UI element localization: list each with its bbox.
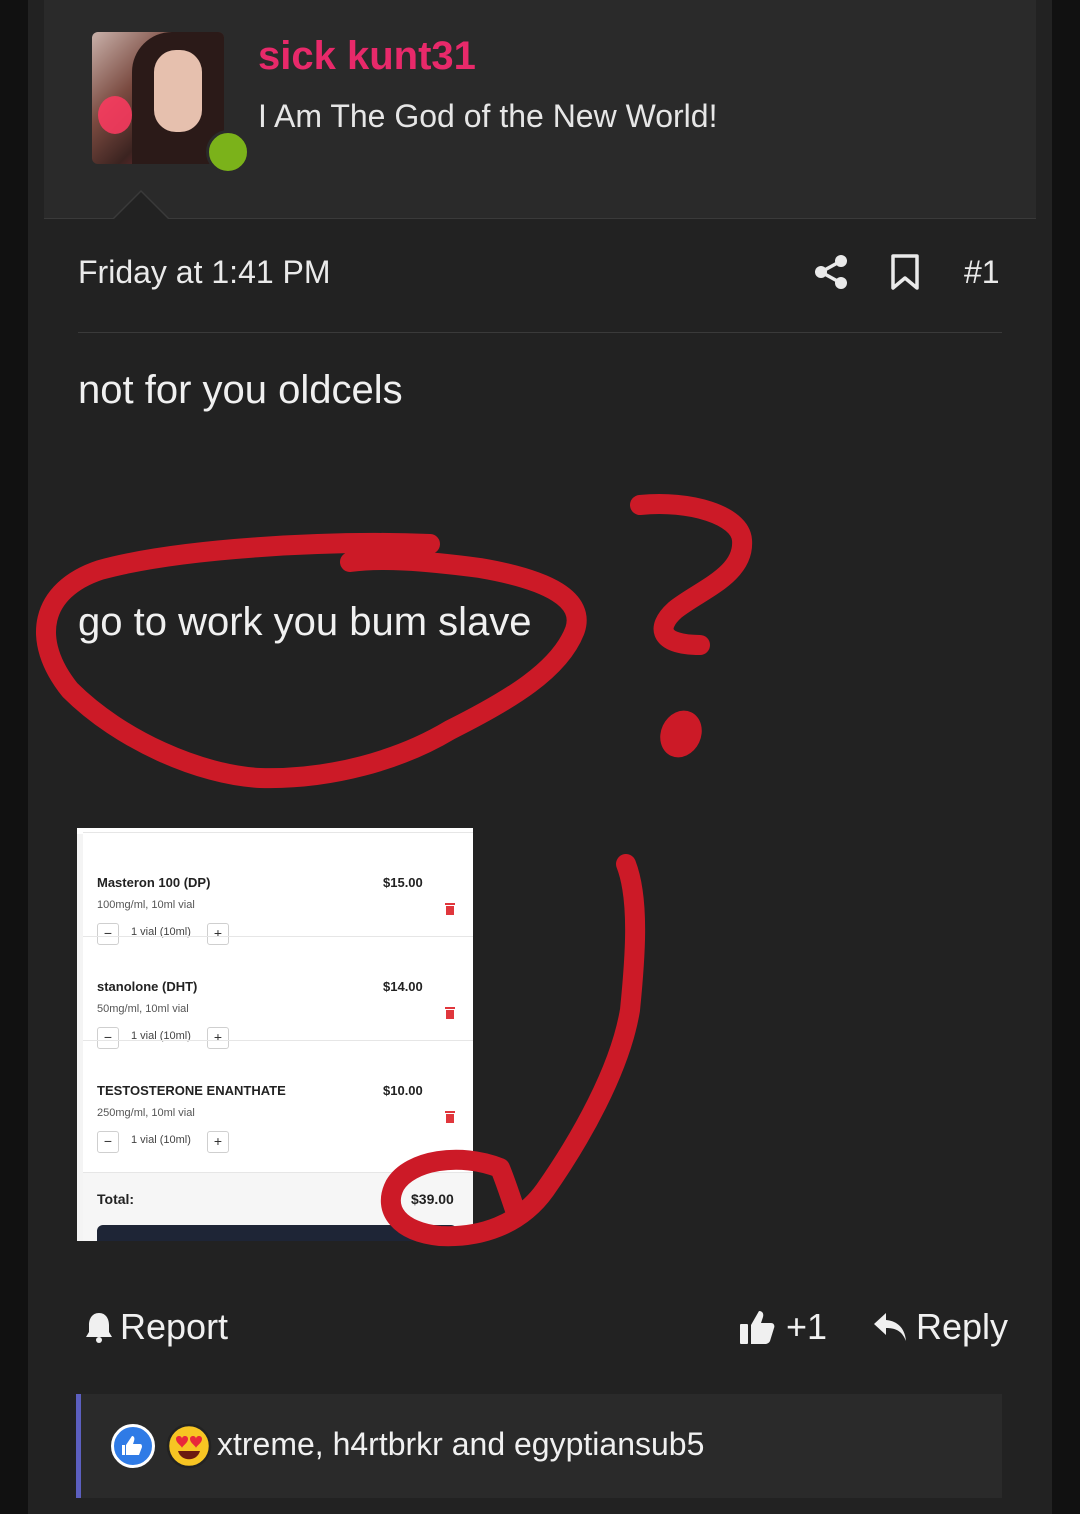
post-meta: Friday at 1:41 PM #1 bbox=[78, 240, 1002, 333]
cart-item-price: $14.00 bbox=[383, 979, 423, 994]
reply-label: Reply bbox=[916, 1306, 1009, 1347]
decrease-button[interactable]: − bbox=[97, 1131, 119, 1153]
cart-item: Masteron 100 (DP) $15.00 100mg/ml, 10ml … bbox=[83, 832, 473, 945]
cart-item-name: TESTOSTERONE ENANTHATE bbox=[97, 1083, 286, 1098]
share-icon[interactable] bbox=[814, 254, 848, 290]
cart-item-desc: 250mg/ml, 10ml vial bbox=[97, 1107, 195, 1119]
cart-item-price: $10.00 bbox=[383, 1083, 423, 1098]
online-status-icon bbox=[206, 130, 250, 174]
user-title: I Am The God of the New World! bbox=[258, 98, 718, 134]
thumbs-up-icon bbox=[740, 1311, 775, 1344]
total-value: $39.00 bbox=[411, 1191, 454, 1207]
trash-icon[interactable] bbox=[445, 1007, 455, 1019]
reaction-user-list[interactable]: xtreme, h4rtbrkr and egyptiansub5 bbox=[217, 1426, 704, 1463]
post-number[interactable]: #1 bbox=[964, 254, 1000, 291]
total-label: Total: bbox=[97, 1191, 135, 1207]
avatar[interactable] bbox=[92, 32, 224, 164]
report-button[interactable]: Report bbox=[84, 1306, 228, 1348]
post-text-line: go to work you bum slave bbox=[78, 600, 532, 644]
quantity-value: 1 vial (10ml) bbox=[131, 1134, 191, 1146]
trash-icon[interactable] bbox=[445, 1111, 455, 1123]
increase-button[interactable]: + bbox=[207, 1131, 229, 1153]
cart-total-row: Total: $39.00 bbox=[83, 1172, 473, 1241]
post-actions: Report +1 Reply bbox=[78, 1300, 1008, 1360]
attached-cart-screenshot[interactable]: Masteron 100 (DP) $15.00 100mg/ml, 10ml … bbox=[77, 828, 473, 1241]
reply-icon bbox=[874, 1313, 906, 1341]
report-label: Report bbox=[120, 1306, 229, 1347]
cart-item: stanolone (DHT) $14.00 50mg/ml, 10ml via… bbox=[83, 936, 473, 1049]
reply-button[interactable]: Reply bbox=[872, 1306, 1008, 1348]
post-date[interactable]: Friday at 1:41 PM bbox=[78, 254, 331, 291]
user-header: sick kunt31 I Am The God of the New Worl… bbox=[44, 0, 1036, 219]
cart-item-name: Masteron 100 (DP) bbox=[97, 875, 211, 890]
cart-item-desc: 100mg/ml, 10ml vial bbox=[97, 899, 195, 911]
trash-icon[interactable] bbox=[445, 903, 455, 915]
checkout-button[interactable] bbox=[97, 1225, 457, 1241]
post-container: sick kunt31 I Am The God of the New Worl… bbox=[28, 0, 1052, 1514]
bookmark-icon[interactable] bbox=[890, 254, 920, 290]
username[interactable]: sick kunt31 bbox=[258, 34, 476, 79]
like-reaction-icon bbox=[111, 1424, 155, 1468]
cart-item-desc: 50mg/ml, 10ml vial bbox=[97, 1003, 189, 1015]
cart-item: TESTOSTERONE ENANTHATE $10.00 250mg/ml, … bbox=[83, 1040, 473, 1153]
like-button[interactable]: +1 bbox=[738, 1306, 827, 1348]
cart-item-price: $15.00 bbox=[383, 875, 423, 890]
cart-item-name: stanolone (DHT) bbox=[97, 979, 198, 994]
love-reaction-icon bbox=[166, 1423, 212, 1469]
post-text-line: not for you oldcels bbox=[78, 368, 403, 412]
like-count: +1 bbox=[786, 1306, 828, 1347]
bell-icon bbox=[86, 1313, 112, 1343]
reaction-summary[interactable]: xtreme, h4rtbrkr and egyptiansub5 bbox=[76, 1394, 1002, 1498]
